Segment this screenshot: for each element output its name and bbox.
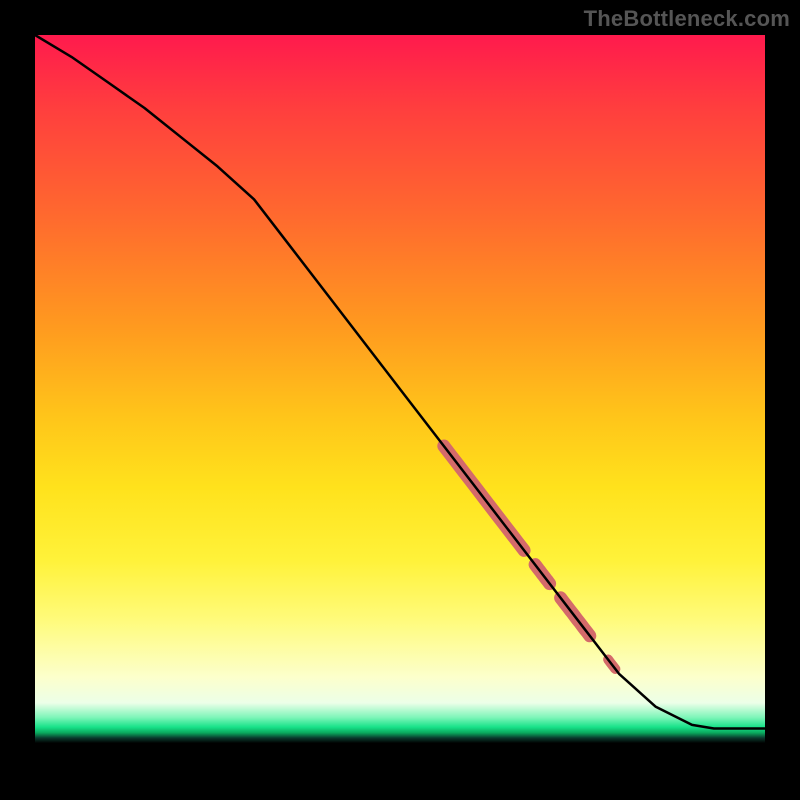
watermark-text: TheBottleneck.com (584, 6, 790, 32)
chart-highlight-segment (608, 660, 615, 670)
chart-highlight-segment (444, 446, 524, 550)
chart-highlight-segment (561, 598, 590, 636)
chart-plot-area (35, 35, 765, 765)
chart-highlight-group (444, 446, 616, 669)
chart-line-path (35, 35, 765, 729)
chart-stage: TheBottleneck.com (0, 0, 800, 800)
chart-overlay-svg (35, 35, 765, 765)
chart-highlight-segment (535, 565, 550, 584)
